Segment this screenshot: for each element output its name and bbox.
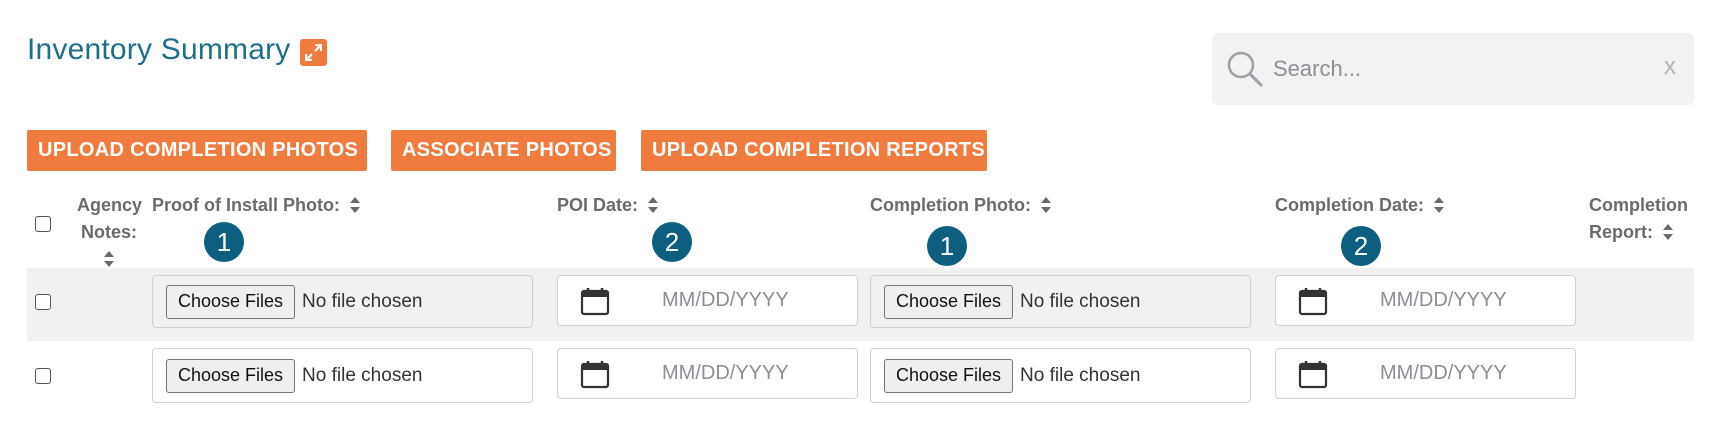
column-header-completion-date[interactable]: Completion Date: (1275, 192, 1445, 219)
poi-date-field (557, 348, 858, 399)
poi-date-label: POI Date: (557, 195, 639, 215)
page-header: Inventory Summary (27, 33, 328, 67)
inventory-summary-page: Inventory Summary x UPLOAD COMPLETION PH… (0, 0, 1717, 430)
file-status-text: No file chosen (1020, 364, 1141, 386)
sort-icon (1434, 197, 1445, 213)
step-badge-poi-date: 2 (652, 222, 692, 262)
completion-report-label-line2: Report: (1589, 222, 1653, 242)
column-header-completion-report[interactable]: Completion Report: (1589, 192, 1688, 246)
column-header-completion-photo[interactable]: Completion Photo: (870, 192, 1052, 219)
row-checkbox[interactable] (35, 294, 51, 310)
choose-files-button[interactable]: Choose Files (884, 358, 1014, 393)
calendar-icon[interactable] (1298, 286, 1328, 316)
completion-date-label: Completion Date: (1275, 195, 1425, 215)
step-badge-proof-of-install: 1 (204, 222, 244, 262)
completion-photo-label: Completion Photo: (870, 195, 1031, 215)
completion-report-label-line1: Completion (1589, 195, 1688, 215)
completion-date-input[interactable] (1378, 361, 1562, 386)
completion-date-field (1275, 348, 1576, 399)
search-input[interactable] (1271, 55, 1635, 83)
completion-date-input[interactable] (1378, 288, 1562, 313)
sort-icon (648, 197, 659, 213)
search-icon (1225, 49, 1265, 89)
expand-arrows-icon[interactable] (300, 38, 328, 66)
search-box: x (1212, 33, 1694, 105)
step-badge-completion-photo: 1 (927, 226, 967, 266)
file-status-text: No file chosen (1020, 290, 1141, 312)
column-header-poi-date[interactable]: POI Date: (557, 192, 659, 219)
completion-date-field (1275, 275, 1576, 326)
row-checkbox[interactable] (35, 368, 51, 384)
calendar-icon[interactable] (1298, 359, 1328, 389)
choose-files-button[interactable]: Choose Files (166, 284, 296, 319)
sort-icon (1041, 197, 1051, 213)
upload-completion-photos-button[interactable]: UPLOAD COMPLETION PHOTOS (27, 130, 367, 171)
calendar-icon[interactable] (580, 359, 610, 389)
completion-photo-file-field: Choose Files No file chosen (870, 275, 1251, 328)
poi-date-input[interactable] (660, 288, 844, 313)
choose-files-button[interactable]: Choose Files (166, 358, 296, 393)
column-header-proof-of-install-photo[interactable]: Proof of Install Photo: (152, 192, 361, 219)
sort-icon (1663, 224, 1674, 240)
completion-photo-file-field: Choose Files No file chosen (870, 348, 1251, 403)
poi-date-input[interactable] (660, 361, 844, 386)
sort-icon (104, 251, 114, 267)
agency-notes-label-line1: Agency (77, 195, 143, 215)
proof-of-install-file-field: Choose Files No file chosen (152, 275, 533, 328)
file-status-text: No file chosen (302, 290, 423, 312)
calendar-icon[interactable] (580, 286, 610, 316)
page-title: Inventory Summary (27, 33, 291, 66)
step-badge-completion-date: 2 (1341, 226, 1381, 266)
proof-of-install-file-field: Choose Files No file chosen (152, 348, 533, 403)
file-status-text: No file chosen (302, 364, 423, 386)
column-header-agency-notes[interactable]: Agency Notes: (77, 192, 143, 267)
search-clear-button[interactable]: x (1664, 55, 1676, 79)
agency-notes-label-line2: Notes: (80, 222, 137, 242)
proof-of-install-label: Proof of Install Photo: (152, 195, 340, 215)
upload-completion-reports-button[interactable]: UPLOAD COMPLETION REPORTS (641, 130, 987, 171)
select-all-checkbox[interactable] (35, 216, 51, 232)
poi-date-field (557, 275, 858, 326)
associate-photos-button[interactable]: ASSOCIATE PHOTOS (391, 130, 616, 171)
sort-icon (350, 197, 360, 213)
choose-files-button[interactable]: Choose Files (884, 284, 1014, 319)
